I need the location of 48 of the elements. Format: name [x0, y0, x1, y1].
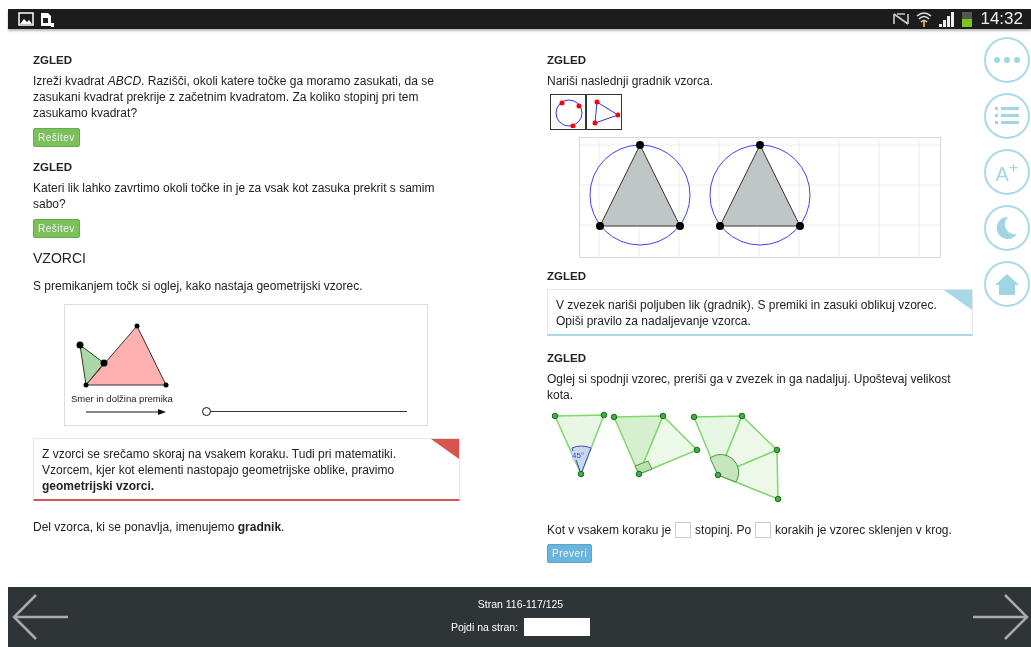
- image-icon: [18, 12, 34, 26]
- more-button[interactable]: [984, 37, 1030, 83]
- sentence-text: Kot v vsakem koraku je: [547, 523, 672, 537]
- sentence-text: stopinj. Po: [695, 523, 752, 537]
- paragraph: S premikanjem točk si oglej, kako nastaja geometrijski vzorec.: [33, 278, 364, 294]
- arrow-icon: [85, 409, 166, 415]
- solution-button[interactable]: Rešitev: [33, 128, 80, 147]
- home-icon: [995, 273, 1019, 295]
- paragraph: Del vzorca, ki se ponavlja, imenujemo gradnik.: [33, 519, 286, 535]
- circle-tool-icon[interactable]: [550, 94, 586, 130]
- night-mode-button[interactable]: [984, 205, 1030, 251]
- exercise-text: Kateri lik lahko zavrtimo okoli točke in je za vsak kot zasuka prekrit s samim sabo?: [33, 180, 436, 212]
- battery-icon: [962, 11, 973, 27]
- note-text: V zvezek nariši poljuben lik (gradnik). S premiki in zasuki oblikuj vzorec. Opiši pravilo za nadaljevanje vzorca.: [556, 297, 938, 329]
- answer-box[interactable]: [755, 522, 772, 538]
- clock: 14:32: [980, 9, 1023, 29]
- exercise-text: Izreži kvadrat ABCD. Razišči, okoli katere točke ga moramo zasukati, da se zasukani kvadrat prekrije z začetnim kvadratom. Za koliko stopinj pri tem zasukamo kvadrat?: [33, 73, 435, 121]
- mute-icon: [892, 12, 911, 26]
- text-size-button[interactable]: A$^{+}$: [984, 149, 1030, 195]
- section-heading: ZGLED: [33, 161, 72, 173]
- list-button[interactable]: [984, 93, 1030, 139]
- exercise-text: Oglej si spodnji vzorec, preriši ga v zvezek in ga nadaljuj. Upoštevaj velikost kota.: [547, 371, 952, 403]
- list-icon: [995, 107, 1019, 125]
- previous-arrow-icon[interactable]: [10, 593, 70, 641]
- section-heading: ZGLED: [547, 54, 586, 66]
- signal-icon: [938, 11, 957, 27]
- moon-icon: [996, 216, 1018, 240]
- goto-label: Pojdi na stran:: [450, 621, 519, 633]
- section-title: VZORCI: [33, 250, 86, 266]
- triangle-tool-icon[interactable]: [586, 94, 622, 130]
- wifi-icon: [916, 11, 933, 27]
- section-heading: ZGLED: [33, 54, 72, 66]
- page-indicator: Stran 116-117/125: [477, 598, 564, 610]
- section-heading: ZGLED: [547, 270, 586, 282]
- next-arrow-icon[interactable]: [971, 593, 1031, 641]
- sentence-text: korakih je vzorec sklenjen v krog.: [775, 523, 952, 537]
- angle-label: 45°: [572, 451, 585, 460]
- home-button[interactable]: [984, 261, 1030, 307]
- slider-label: Smer in dolžina premika: [71, 393, 173, 404]
- exercise-text: Nariši naslednji gradnik vzorca.: [547, 73, 715, 89]
- slider-thumb[interactable]: [202, 407, 211, 416]
- section-heading: ZGLED: [547, 352, 586, 364]
- answer-box[interactable]: [675, 522, 692, 538]
- note-text: Z vzorci se srečamo skoraj na vsakem koraku. Tudi pri matematiki. Vzorcem, kjer kot elementi nastopajo geometrijske oblike, pravimo geometrijski vzorci.: [42, 446, 398, 494]
- solution-button[interactable]: Rešitev: [33, 219, 80, 238]
- check-button[interactable]: Preveri: [547, 544, 593, 563]
- page-input[interactable]: [524, 618, 591, 636]
- more-icon: [994, 57, 1020, 63]
